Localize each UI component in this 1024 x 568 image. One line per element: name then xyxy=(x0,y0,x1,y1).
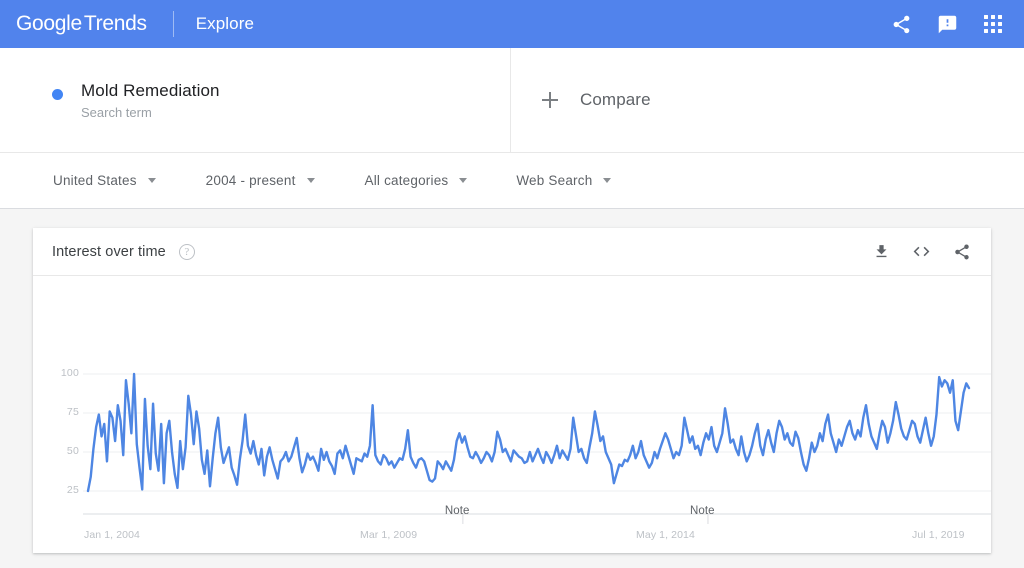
chevron-down-icon xyxy=(306,178,315,183)
chart-note-annotation[interactable]: Note xyxy=(445,505,470,517)
filter-time-range-label: 2004 - present xyxy=(205,173,296,188)
compare-label: Compare xyxy=(580,90,651,109)
header-actions xyxy=(880,3,1024,45)
card-actions xyxy=(873,242,971,261)
filter-time-range[interactable]: 2004 - present xyxy=(206,173,315,188)
share-icon[interactable] xyxy=(880,3,922,45)
help-circle-icon[interactable]: ? xyxy=(178,243,195,260)
embed-code-icon[interactable] xyxy=(912,242,931,261)
series-color-dot xyxy=(52,88,63,100)
search-term-type-label: Search term xyxy=(81,104,152,120)
filter-category-label: All categories xyxy=(364,173,449,188)
y-axis-tick-label: 25 xyxy=(66,484,79,496)
x-axis-tick-label: May 1, 2014 xyxy=(636,529,695,541)
search-term-text-wrap: Mold Remediation Search term xyxy=(81,80,220,121)
interest-over-time-card: Interest over time ? 25 50 75 100 Jan 1, 200… xyxy=(33,228,991,553)
card-header: Interest over time ? xyxy=(33,228,991,276)
interest-over-time-chart[interactable]: 25 50 75 100 Jan 1, 2004 Mar 1, 2009 May 1, 20… xyxy=(33,276,991,552)
search-term-label: Mold Remediation xyxy=(81,80,220,100)
y-axis-tick-label: 100 xyxy=(60,367,79,379)
y-axis-tick-label: 50 xyxy=(66,445,79,457)
add-comparison-button[interactable]: Compare xyxy=(542,90,651,110)
feedback-icon[interactable] xyxy=(926,3,968,45)
chevron-down-icon xyxy=(459,178,468,183)
logo-trends-text: Trends xyxy=(83,12,147,35)
filter-category[interactable]: All categories xyxy=(365,173,468,188)
x-axis-tick-label: Jan 1, 2004 xyxy=(84,529,140,541)
chart-canvas xyxy=(83,372,991,524)
card-title: Interest over time xyxy=(52,243,166,260)
filter-bar: United States 2004 - present All categor… xyxy=(0,152,1024,209)
filter-region[interactable]: United States xyxy=(53,173,156,188)
share-icon[interactable] xyxy=(953,243,971,261)
compare-cell: Compare xyxy=(510,48,1024,152)
chevron-down-icon xyxy=(603,178,612,183)
apps-grid-icon[interactable] xyxy=(972,3,1014,45)
chevron-down-icon xyxy=(147,178,156,183)
filter-search-type[interactable]: Web Search xyxy=(516,173,612,188)
query-row: Mold Remediation Search term Compare xyxy=(0,48,1024,152)
x-axis-tick-label: Jul 1, 2019 xyxy=(912,529,965,541)
plus-icon xyxy=(542,92,558,108)
chart-note-annotation[interactable]: Note xyxy=(690,505,715,517)
filter-region-label: United States xyxy=(53,173,137,188)
logo-google-text: Google xyxy=(16,12,82,35)
x-axis-tick-label: Mar 1, 2009 xyxy=(360,529,418,541)
search-term-chip[interactable]: Mold Remediation Search term xyxy=(0,48,510,152)
y-axis-tick-label: 75 xyxy=(66,406,79,418)
explore-nav-item[interactable]: Explore xyxy=(196,14,254,34)
header-divider xyxy=(172,11,174,37)
top-app-bar: Google Trends Explore xyxy=(0,0,1024,48)
download-icon[interactable] xyxy=(873,243,890,260)
google-trends-logo[interactable]: Google Trends xyxy=(16,12,147,36)
filter-search-type-label: Web Search xyxy=(516,173,593,188)
